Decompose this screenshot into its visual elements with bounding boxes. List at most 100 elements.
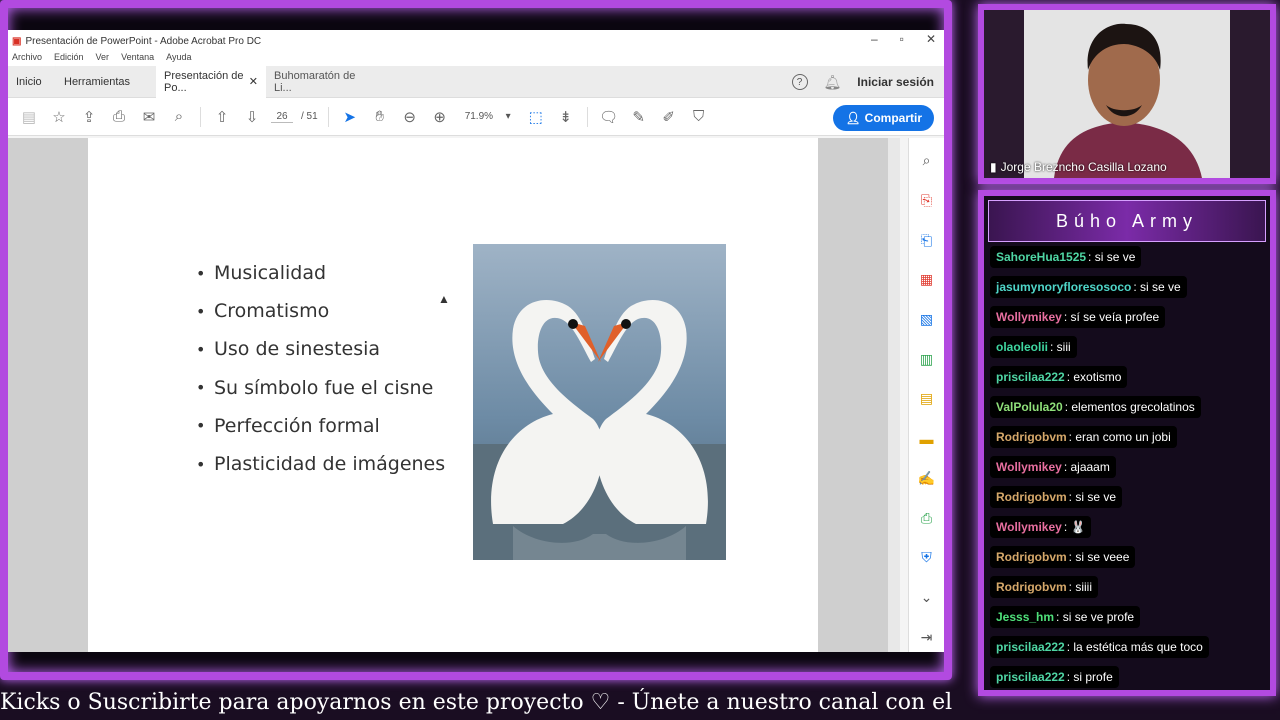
mouse-cursor-icon: ▲ xyxy=(438,292,450,306)
hand-tool-icon[interactable]: ✋︎ xyxy=(365,105,395,129)
export-icon[interactable]: ▤ xyxy=(918,384,936,414)
star-icon[interactable]: ☆ xyxy=(44,105,74,129)
tab-document-label: Presentación de Po... xyxy=(164,69,244,94)
list-item: Jesss_hm: si se ve profe xyxy=(990,606,1141,628)
list-item: Rodrigobvm: si se veee xyxy=(990,546,1136,568)
help-icon[interactable]: ? xyxy=(791,74,808,90)
right-tools-panel: ⌕ ⎘ ⎗ ▦ ▧ ▥ ▤ ▬ ✍ ⎙ ⛨ ⌄ ⇥ xyxy=(908,138,944,652)
bell-icon[interactable]: 🔔︎ xyxy=(824,74,842,91)
edit-pdf-icon[interactable]: ▧ xyxy=(918,305,936,335)
maximize-icon[interactable]: ▫ xyxy=(900,32,904,46)
list-item: • Uso de sinestesia xyxy=(196,338,381,361)
chat-title: Búho Army xyxy=(988,200,1266,242)
list-item: Wollymikey: ajaaam xyxy=(990,456,1116,478)
close-icon[interactable]: ✕ xyxy=(926,32,936,46)
toolbar: ▤ ☆ ⇪ ⎙ ✉ ⌕ ⇧ ⇩ 26 / 51 ➤ ✋︎ ⊖ ⊕ 71.9% ▾… xyxy=(8,98,944,136)
export-pdf-icon[interactable]: ⎘ xyxy=(918,186,936,216)
list-item: priscilaa222: exotismo xyxy=(990,366,1128,388)
upload-icon[interactable]: ⇪ xyxy=(74,105,104,129)
comment-icon[interactable]: 🗨︎ xyxy=(594,105,624,129)
protect-icon[interactable]: ⛨ xyxy=(918,543,936,573)
page-number-input[interactable]: 26 xyxy=(271,111,293,123)
combine-icon[interactable]: ▥ xyxy=(918,344,936,374)
list-item: • Su símbolo fue el cisne xyxy=(196,376,434,399)
list-item: priscilaa222: la estética más que toco xyxy=(990,636,1209,658)
search-icon[interactable]: ⌕ xyxy=(918,146,936,176)
share-label: Compartir xyxy=(864,111,922,125)
comment-panel-icon[interactable]: ▬ xyxy=(918,424,936,454)
list-item: • Musicalidad xyxy=(196,262,327,285)
chevron-down-icon[interactable]: ⌄ xyxy=(918,583,936,613)
minimize-icon[interactable]: – xyxy=(871,32,878,46)
tab-document-active[interactable]: Presentación de Po... ✕ xyxy=(156,65,266,98)
bullet-list: • Musicalidad • Cromatismo • Uso de sineste… xyxy=(196,254,445,483)
scrolling-ticker: Kicks o Suscribirte para apoyarnos en es… xyxy=(0,690,952,715)
list-item: Rodrigobvm: si se ve xyxy=(990,486,1123,508)
tab-bar: Inicio Herramientas Presentación de Po..… xyxy=(8,65,944,98)
draw-icon[interactable]: ✐ xyxy=(654,105,684,129)
tab-tools[interactable]: Herramientas xyxy=(56,66,156,98)
tab-home[interactable]: Inicio xyxy=(8,66,56,98)
page-total: / 51 xyxy=(301,111,318,122)
chat-frame: Búho Army SahoreHua1525: si se ve jasumy… xyxy=(978,190,1276,696)
list-item: ValPolula20: elementos grecolatinos xyxy=(990,396,1201,418)
menu-archivo[interactable]: Archivo xyxy=(12,52,42,66)
person-icon: 👤︎ xyxy=(845,111,861,125)
pdf-icon: ▣ xyxy=(12,35,22,47)
zoom-in-icon[interactable]: ⊕ xyxy=(425,105,455,129)
print-production-icon[interactable]: ⎙ xyxy=(918,503,936,533)
title-bar: ▣ Presentación de PowerPoint - Adobe Acr… xyxy=(8,30,944,52)
vertical-scrollbar[interactable] xyxy=(888,138,900,652)
menu-ver[interactable]: Ver xyxy=(96,52,110,66)
page-navigator: 26 / 51 xyxy=(271,111,318,123)
list-item: Wollymikey: sí se veía profee xyxy=(990,306,1166,328)
zoom-search-icon[interactable]: ⌕ xyxy=(164,105,194,129)
list-item: SahoreHua1525: si se ve xyxy=(990,246,1142,268)
menu-ayuda[interactable]: Ayuda xyxy=(166,52,191,66)
zoom-out-icon[interactable]: ⊖ xyxy=(395,105,425,129)
acrobat-window: ▣ Presentación de PowerPoint - Adobe Acr… xyxy=(8,30,944,652)
list-item: jasumynoryfloresosoco: si se ve xyxy=(990,276,1187,298)
zoom-value: 71.9% xyxy=(464,111,494,122)
list-item: • Plasticidad de imágenes xyxy=(196,453,446,476)
prev-page-icon[interactable]: ⇧ xyxy=(207,105,237,129)
stamp-icon[interactable]: ⛉ xyxy=(684,105,714,129)
scroll-mode-icon[interactable]: ⇟ xyxy=(551,105,581,129)
participant-name: ▮ Jorge Brezncho Casilla Lozano xyxy=(990,160,1167,174)
webcam-person-image xyxy=(984,10,1270,178)
list-item: • Perfección formal xyxy=(196,414,380,437)
zoom-select[interactable]: 71.9% ▾ xyxy=(465,111,511,122)
webcam-frame: ▮ Jorge Brezncho Casilla Lozano xyxy=(978,4,1276,184)
close-tab-icon[interactable]: ✕ xyxy=(249,75,258,88)
list-item: priscilaa222: si profe xyxy=(990,666,1119,688)
chevron-down-icon: ▾ xyxy=(505,111,511,122)
signal-icon: ▮ xyxy=(990,160,997,174)
webcam-video xyxy=(984,10,1270,178)
window-title: Presentación de PowerPoint - Adobe Acrob… xyxy=(25,35,262,47)
select-cursor-icon[interactable]: ➤ xyxy=(335,105,365,129)
organize-pages-icon[interactable]: ▦ xyxy=(918,265,936,295)
sign-icon[interactable]: ✍ xyxy=(918,464,936,494)
page-fit-icon[interactable]: ⬚ xyxy=(521,105,551,129)
list-item: Wollymikey: 🐰 xyxy=(990,516,1092,538)
list-item: • Cromatismo xyxy=(196,300,330,323)
menu-bar: Archivo Edición Ver Ventana Ayuda xyxy=(8,52,944,66)
list-item: olaoleolii: siii xyxy=(990,336,1077,358)
create-pdf-icon[interactable]: ⎗ xyxy=(918,225,936,255)
slide-page: • Musicalidad • Cromatismo • Uso de sineste… xyxy=(88,138,818,652)
menu-ventana[interactable]: Ventana xyxy=(121,52,154,66)
list-item: Rodrigobvm: siiii xyxy=(990,576,1099,598)
signin-button[interactable]: Iniciar sesión xyxy=(857,75,934,89)
menu-edicion[interactable]: Edición xyxy=(54,52,84,66)
next-page-icon[interactable]: ⇩ xyxy=(237,105,267,129)
share-button[interactable]: 👤︎ Compartir xyxy=(833,105,934,131)
swans-image xyxy=(473,244,726,560)
document-area[interactable]: • Musicalidad • Cromatismo • Uso de sineste… xyxy=(8,138,888,652)
collapse-panel-icon[interactable]: ⇥ xyxy=(918,622,936,652)
highlight-icon[interactable]: ✎ xyxy=(624,105,654,129)
save-icon[interactable]: ▤ xyxy=(14,105,44,129)
tab-document-2[interactable]: Buhomaratón de Li... xyxy=(266,66,376,98)
mail-icon[interactable]: ✉ xyxy=(134,105,164,129)
print-icon[interactable]: ⎙ xyxy=(104,105,134,129)
list-item: Rodrigobvm: eran como un jobi xyxy=(990,426,1177,448)
